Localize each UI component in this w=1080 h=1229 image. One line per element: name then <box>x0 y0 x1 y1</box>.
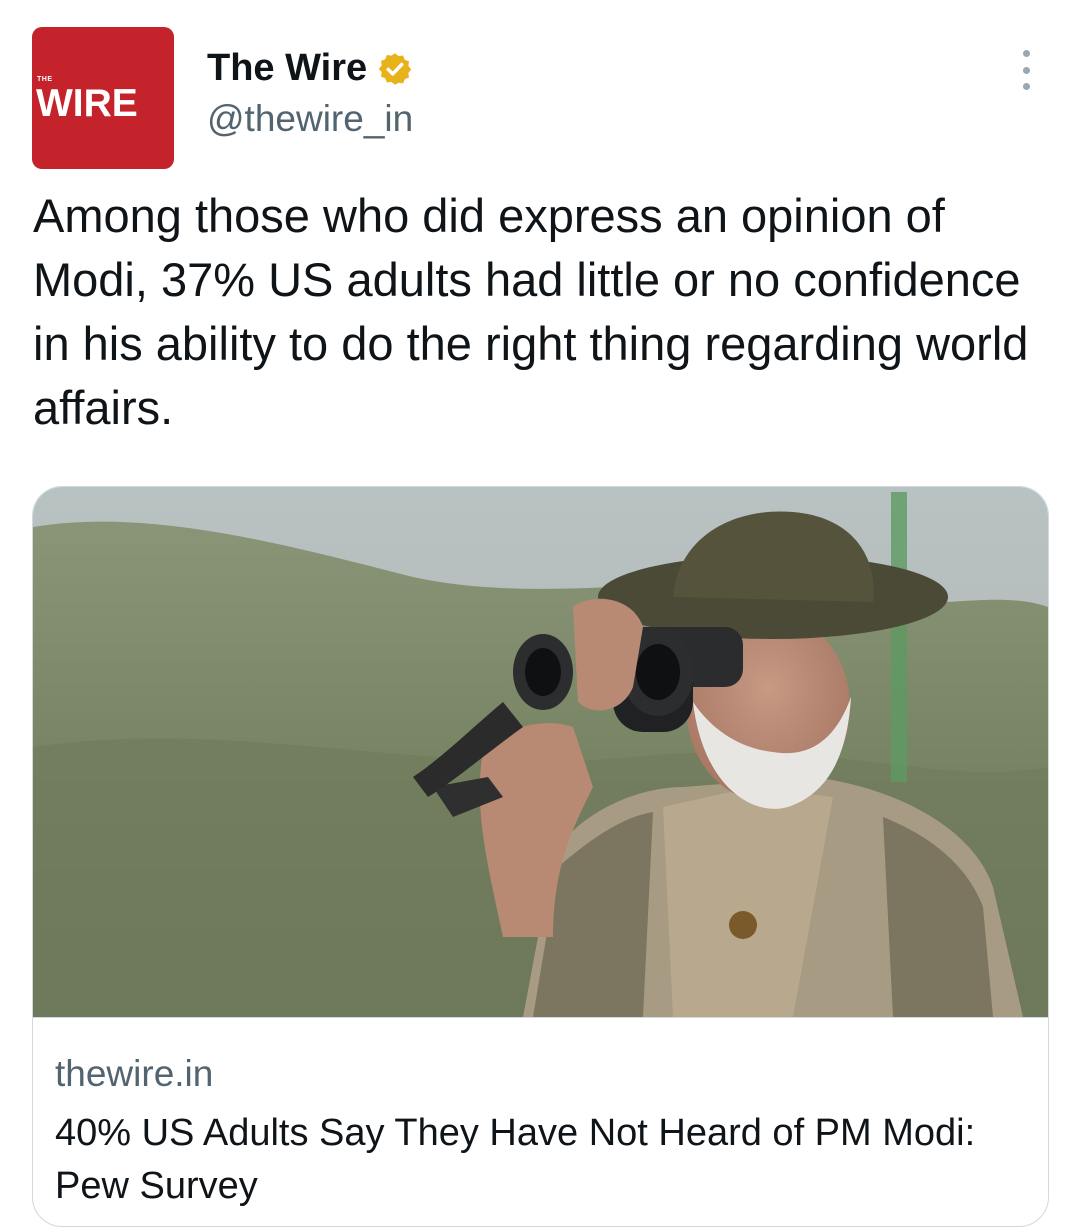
account-name[interactable]: The Wire <box>207 47 367 90</box>
verified-badge-icon <box>378 52 412 85</box>
card-divider <box>33 1017 1048 1018</box>
more-dot <box>1022 50 1030 57</box>
account-name-row: The Wire <box>207 47 413 90</box>
avatar-logo-text: WIRE <box>36 82 138 125</box>
tweet-text: Among those who did express an opinion o… <box>33 189 1029 434</box>
more-dot <box>1022 66 1030 74</box>
card-domain: thewire.in <box>55 1053 214 1094</box>
card-title: 40% US Adults Say They Have Not Heard of… <box>55 1112 976 1207</box>
link-preview-card[interactable]: thewire.in 40% US Adults Say They Have N… <box>32 486 1049 1227</box>
more-dot <box>1022 83 1030 90</box>
article-image <box>33 487 1048 1017</box>
profile-avatar[interactable]: THE WIRE <box>32 27 174 169</box>
account-handle[interactable]: @thewire_in <box>207 98 413 140</box>
more-options-icon[interactable] <box>1012 50 1040 90</box>
